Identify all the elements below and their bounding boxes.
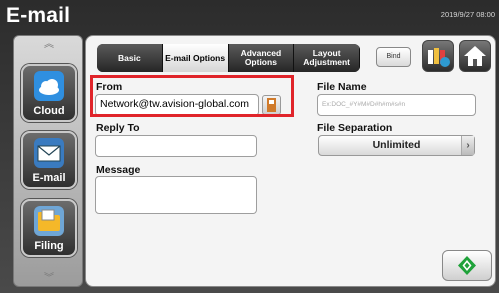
tab-basic[interactable]: Basic bbox=[97, 44, 163, 72]
timestamp: 2019/9/27 08:00 bbox=[440, 10, 495, 19]
scroll-down-icon[interactable]: ︾ bbox=[14, 274, 84, 284]
tab-email-options[interactable]: E-mail Options bbox=[162, 44, 229, 72]
app-window: E-mail 2019/9/27 08:00 ︽ Cloud E-mail Fi… bbox=[0, 0, 499, 293]
envelope-icon bbox=[34, 138, 64, 168]
function-rail: ︽ Cloud E-mail Filing ︾ bbox=[13, 35, 83, 287]
cloud-icon bbox=[34, 71, 64, 101]
rail-item-cloud[interactable]: Cloud bbox=[21, 64, 77, 122]
file-separation-select[interactable]: Unlimited › bbox=[318, 135, 475, 156]
file-name-field[interactable]: Ex:DOC_#Y#M#D#h#m#s#n bbox=[317, 94, 476, 116]
message-field[interactable] bbox=[95, 176, 257, 214]
rail-item-label: Filing bbox=[34, 240, 64, 252]
file-name-label: File Name bbox=[317, 81, 367, 93]
tab-layout-adjustment[interactable]: Layout Adjustment bbox=[294, 44, 360, 72]
rail-item-filing[interactable]: Filing bbox=[21, 199, 77, 257]
reply-to-field[interactable] bbox=[95, 135, 257, 157]
start-diamond-icon bbox=[458, 256, 476, 275]
bind-button[interactable]: Bind bbox=[376, 47, 411, 67]
rail-item-email[interactable]: E-mail bbox=[21, 131, 77, 189]
scroll-up-icon[interactable]: ︽ bbox=[14, 40, 84, 50]
file-separation-value: Unlimited bbox=[372, 139, 421, 151]
start-button[interactable] bbox=[442, 250, 492, 281]
file-separation-label: File Separation bbox=[317, 122, 393, 134]
reply-to-label: Reply To bbox=[96, 122, 140, 134]
tab-advanced-options[interactable]: Advanced Options bbox=[228, 44, 295, 72]
home-button[interactable] bbox=[459, 40, 491, 72]
batch-settings-button[interactable] bbox=[422, 40, 454, 72]
document-stack-icon bbox=[428, 48, 450, 67]
home-icon bbox=[464, 46, 486, 66]
rail-item-label: Cloud bbox=[33, 105, 65, 117]
highlight-box bbox=[90, 75, 294, 117]
tab-bar: Basic E-mail Options Advanced Options La… bbox=[97, 44, 360, 72]
rail-item-label: E-mail bbox=[32, 172, 66, 184]
chevron-right-icon: › bbox=[461, 136, 474, 155]
page-title: E-mail bbox=[6, 4, 71, 27]
folder-icon bbox=[34, 206, 64, 236]
message-label: Message bbox=[96, 164, 141, 176]
options-panel: Basic E-mail Options Advanced Options La… bbox=[85, 35, 496, 287]
